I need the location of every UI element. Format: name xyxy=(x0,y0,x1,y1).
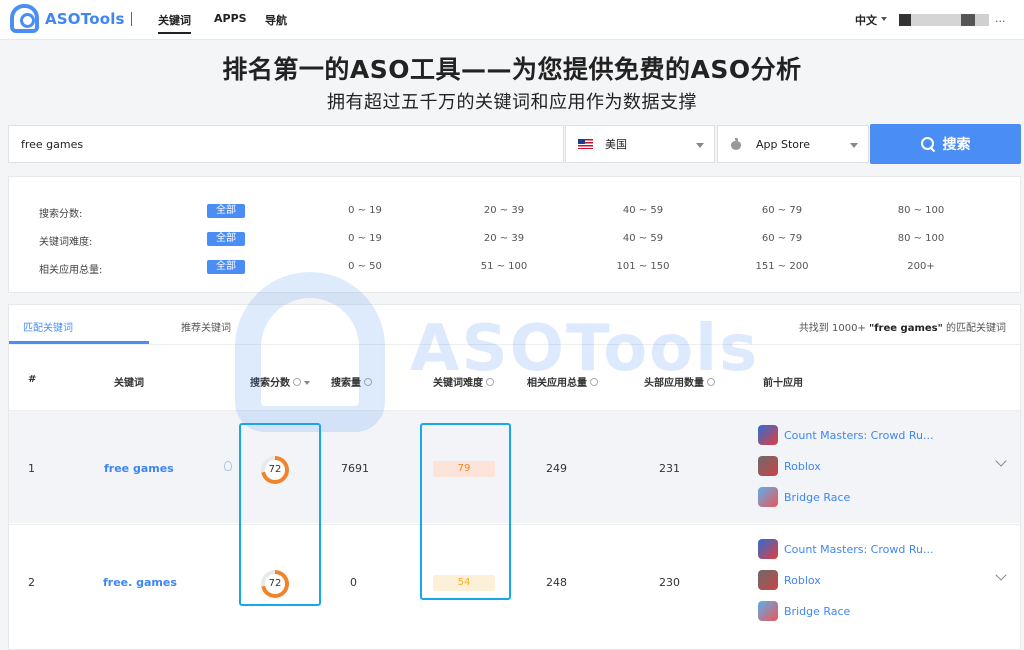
header-keyword: 关键词 xyxy=(114,378,144,389)
app-icon-bridge-race xyxy=(758,487,778,507)
filter-option[interactable]: 151 ~ 200 xyxy=(732,261,832,272)
lightbulb-icon[interactable] xyxy=(224,461,232,471)
filter-option[interactable]: 40 ~ 59 xyxy=(593,233,693,244)
header-top10-apps: 前十应用 xyxy=(763,378,803,389)
row-related-apps: 249 xyxy=(546,462,567,475)
user-account-redacted[interactable] xyxy=(899,14,989,26)
app-icon-count-masters xyxy=(758,425,778,445)
header-related-apps[interactable]: 相关应用总量 xyxy=(527,374,598,389)
page-title: 排名第一的ASO工具——为您提供免费的ASO分析 xyxy=(222,55,802,84)
us-flag-icon xyxy=(578,139,593,149)
country-select[interactable]: 美国 xyxy=(565,125,715,163)
store-select[interactable]: App Store xyxy=(717,125,869,163)
filter-all-difficulty[interactable]: 全部 xyxy=(207,232,245,246)
filter-all-related-apps[interactable]: 全部 xyxy=(207,260,245,274)
filter-option[interactable]: 60 ~ 79 xyxy=(732,233,832,244)
table-row[interactable]: 1 free games 72 7691 79 249 231 Count Ma… xyxy=(9,410,1020,523)
results-panel: 匹配关键词 推荐关键词 共找到 1000+ "free games" 的匹配关键… xyxy=(8,304,1021,650)
filter-label-search-score: 搜索分数: xyxy=(39,209,83,220)
info-icon xyxy=(364,378,372,386)
nav-item-keywords[interactable]: 关键词 xyxy=(158,12,191,34)
filter-option[interactable]: 0 ~ 19 xyxy=(315,205,415,216)
search-button-label: 搜索 xyxy=(942,137,971,153)
filter-option[interactable]: 0 ~ 50 xyxy=(315,261,415,272)
filter-label-difficulty: 关键词难度: xyxy=(39,237,93,248)
country-select-value: 美国 xyxy=(605,138,627,151)
search-input[interactable]: free games xyxy=(8,125,564,163)
brand-name: ASOTools xyxy=(45,9,125,28)
tab-divider xyxy=(9,344,1020,345)
row-top-apps: 230 xyxy=(659,576,680,589)
chevron-down-icon[interactable] xyxy=(995,455,1007,467)
filter-option[interactable]: 101 ~ 150 xyxy=(593,261,693,272)
logo-icon xyxy=(10,4,39,33)
app-icon-roblox xyxy=(758,570,778,590)
row-index: 2 xyxy=(28,576,35,589)
language-selector[interactable]: 中文 xyxy=(855,12,877,28)
header-top-apps[interactable]: 头部应用数量 xyxy=(644,374,715,389)
row-search-volume: 7691 xyxy=(341,462,369,475)
top-navbar: ASOTools 关键词 APPS 导航 中文 ... xyxy=(0,0,1024,40)
store-select-value: App Store xyxy=(756,137,811,151)
nav-item-apps[interactable]: APPS xyxy=(214,12,247,25)
info-icon xyxy=(293,378,301,386)
app-link[interactable]: Roblox xyxy=(758,570,821,590)
filter-option[interactable]: 80 ~ 100 xyxy=(871,233,971,244)
filter-all-search-score[interactable]: 全部 xyxy=(207,204,245,218)
chevron-down-icon[interactable] xyxy=(995,569,1007,581)
page-subtitle: 拥有超过五千万的关键词和应用作为数据支撑 xyxy=(327,92,697,113)
row-keyword-link[interactable]: free games xyxy=(104,462,174,475)
row-keyword-link[interactable]: free. games xyxy=(103,576,177,589)
filter-option[interactable]: 200+ xyxy=(871,261,971,272)
app-link[interactable]: Count Masters: Crowd Ru... xyxy=(758,539,933,559)
search-button[interactable]: 搜索 xyxy=(870,124,1021,164)
info-icon xyxy=(486,378,494,386)
app-link[interactable]: Bridge Race xyxy=(758,601,850,621)
user-account-suffix: ... xyxy=(995,12,1006,25)
table-row[interactable]: 2 free. games 72 0 54 248 230 Count Mast… xyxy=(9,524,1020,637)
nav-item-navigation[interactable]: 导航 xyxy=(265,12,287,28)
filter-option[interactable]: 20 ~ 39 xyxy=(454,233,554,244)
row-search-volume: 0 xyxy=(350,576,357,589)
nav-divider xyxy=(131,12,132,26)
filters-panel: 搜索分数: 全部 0 ~ 19 20 ~ 39 40 ~ 59 60 ~ 79 … xyxy=(8,176,1021,293)
sort-icon xyxy=(304,381,310,385)
row-related-apps: 248 xyxy=(546,576,567,589)
highlight-box-search-score xyxy=(239,423,321,606)
app-link[interactable]: Count Masters: Crowd Ru... xyxy=(758,425,933,445)
header-difficulty[interactable]: 关键词难度 xyxy=(433,374,494,389)
filter-label-related-apps: 相关应用总量: xyxy=(39,265,103,276)
filter-option[interactable]: 0 ~ 19 xyxy=(315,233,415,244)
app-link[interactable]: Roblox xyxy=(758,456,821,476)
search-icon xyxy=(920,137,935,151)
chevron-down-icon xyxy=(850,143,858,148)
row-index: 1 xyxy=(28,462,35,475)
highlight-box-difficulty xyxy=(420,423,511,600)
filter-option[interactable]: 40 ~ 59 xyxy=(593,205,693,216)
info-icon xyxy=(590,378,598,386)
info-icon xyxy=(707,378,715,386)
header-index: # xyxy=(28,374,37,385)
filter-option[interactable]: 60 ~ 79 xyxy=(732,205,832,216)
app-icon-roblox xyxy=(758,456,778,476)
brand-logo[interactable]: ASOTools xyxy=(10,4,125,33)
header-search-score[interactable]: 搜索分数 xyxy=(250,374,310,389)
app-icon-bridge-race xyxy=(758,601,778,621)
chevron-down-icon xyxy=(881,17,887,21)
chevron-down-icon xyxy=(696,143,704,148)
filter-option[interactable]: 51 ~ 100 xyxy=(454,261,554,272)
header-search-volume[interactable]: 搜索量 xyxy=(331,374,372,389)
tab-recommended-keywords[interactable]: 推荐关键词 xyxy=(181,319,231,334)
app-link[interactable]: Bridge Race xyxy=(758,487,850,507)
apple-icon xyxy=(730,138,742,150)
results-count: 共找到 1000+ "free games" 的匹配关键词 xyxy=(798,323,1006,334)
tab-matched-keywords[interactable]: 匹配关键词 xyxy=(23,319,73,334)
row-top-apps: 231 xyxy=(659,462,680,475)
app-icon-count-masters xyxy=(758,539,778,559)
filter-option[interactable]: 80 ~ 100 xyxy=(871,205,971,216)
filter-option[interactable]: 20 ~ 39 xyxy=(454,205,554,216)
